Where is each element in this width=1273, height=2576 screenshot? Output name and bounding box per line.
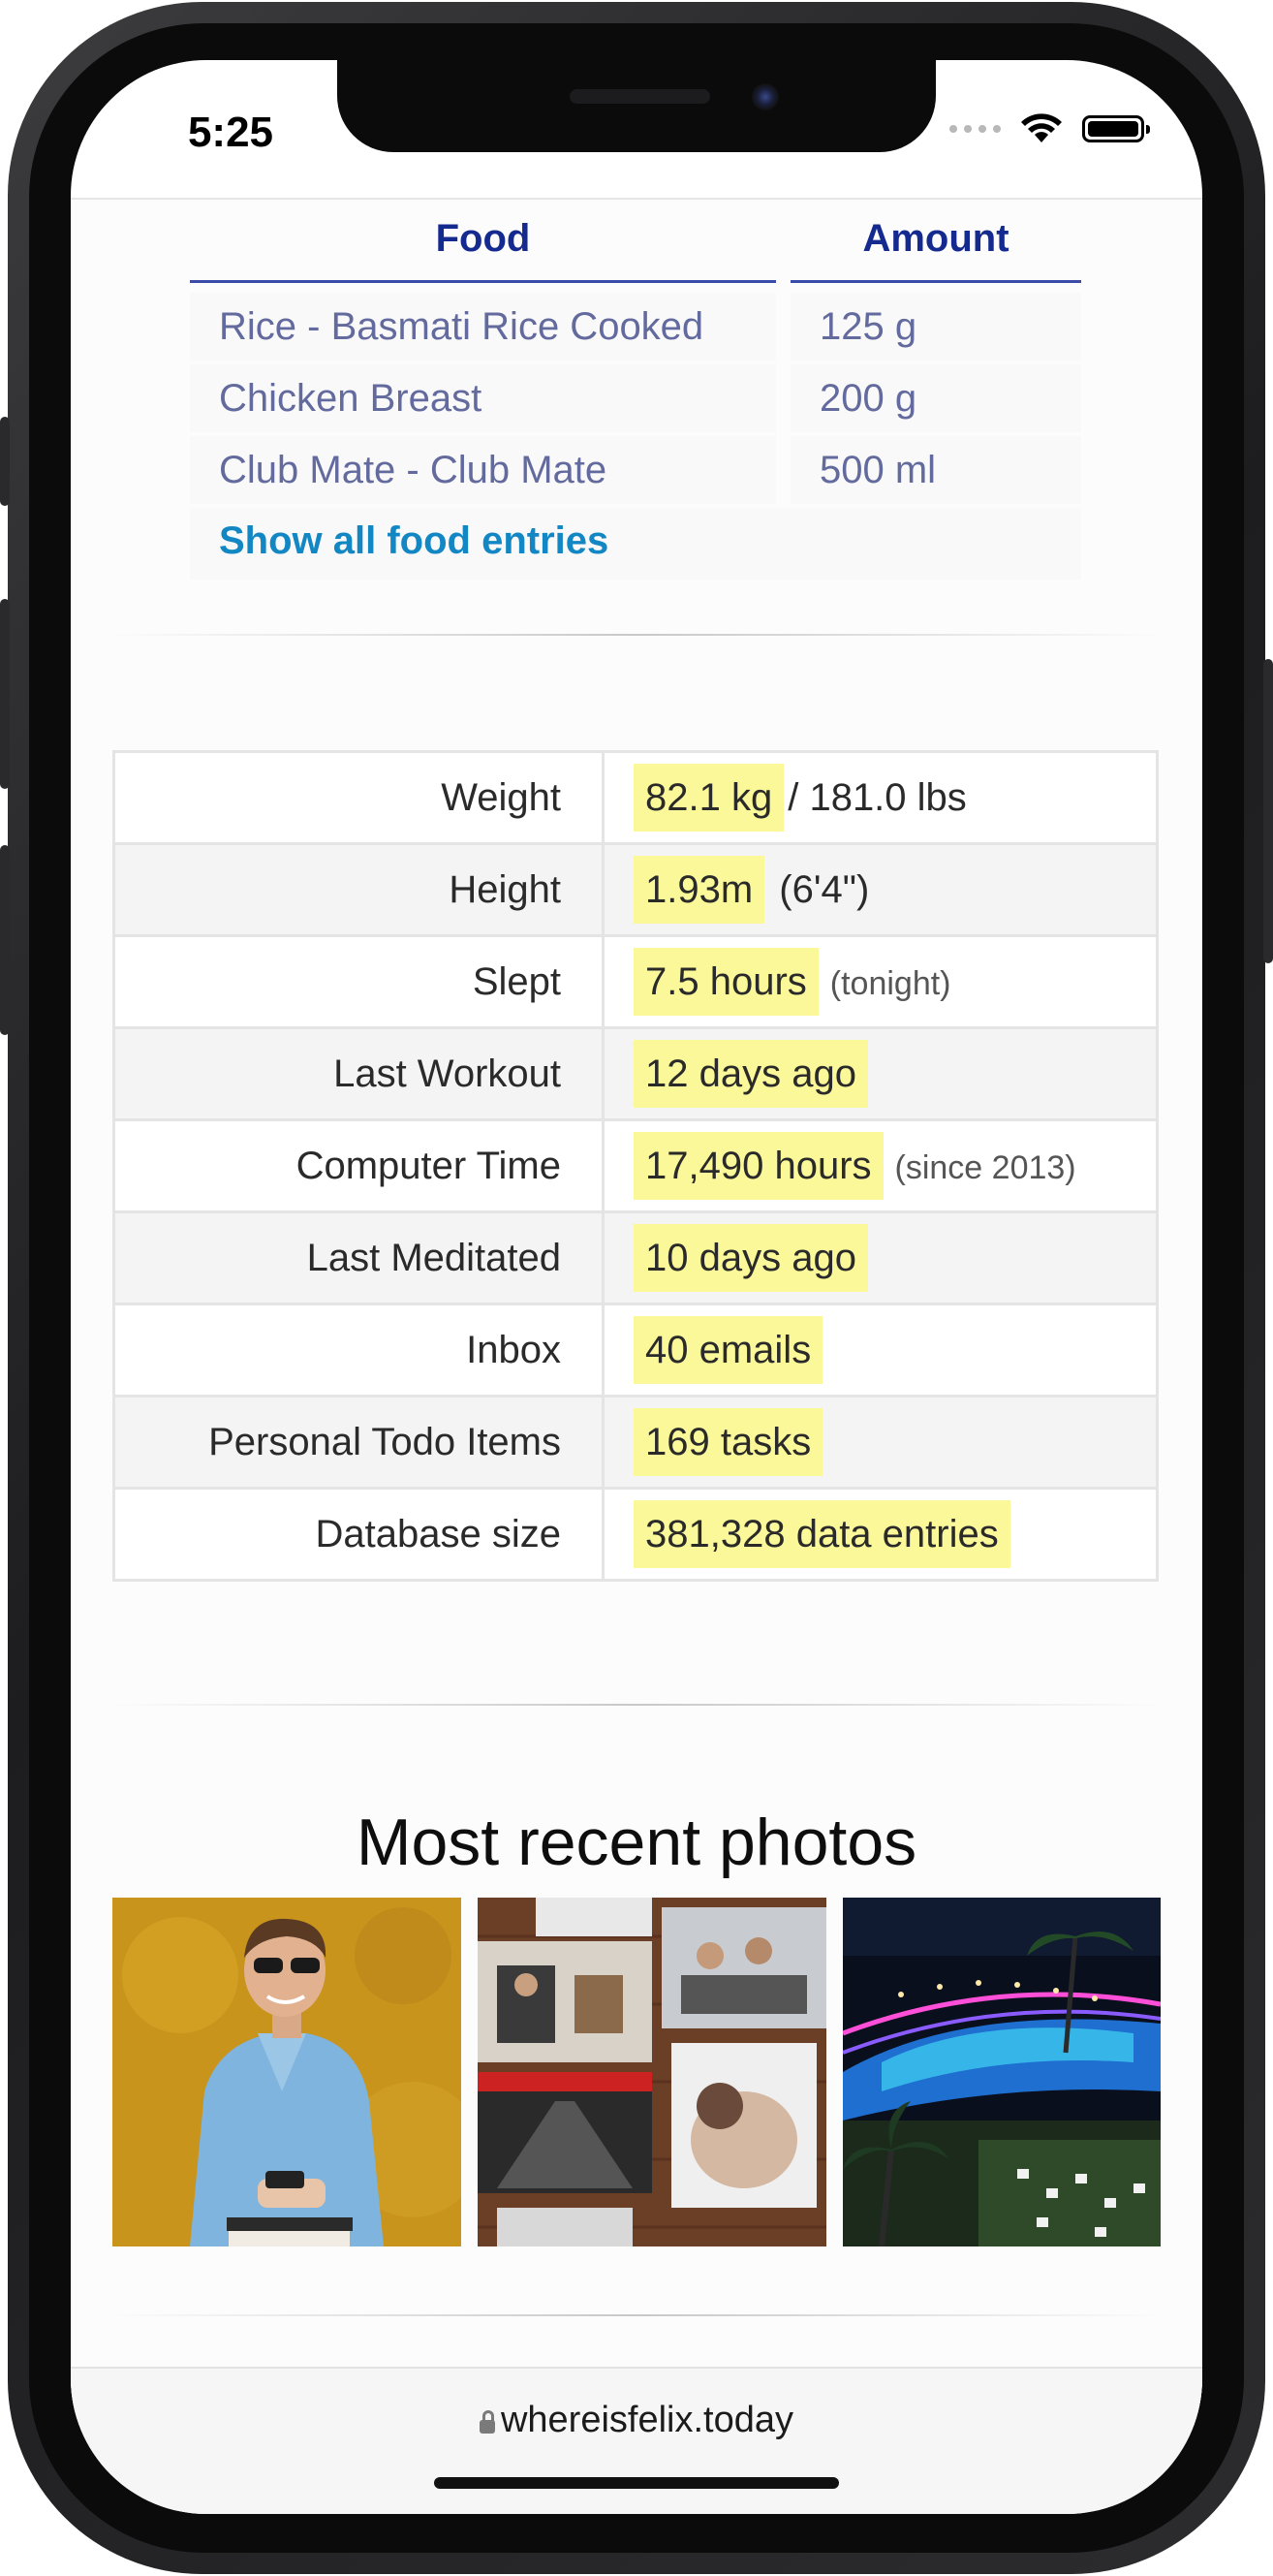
status-time: 5:25	[187, 109, 274, 156]
stat-row: Database size 381,328 data entries	[112, 1487, 1159, 1582]
stat-value-cell: 1.93m (6'4")	[602, 842, 1159, 937]
food-name: Club Mate - Club Mate	[190, 436, 776, 504]
stat-value: 17,490 hours	[634, 1132, 884, 1200]
photo-thumbnail-1[interactable]	[112, 1898, 461, 2246]
food-row: Club Mate - Club Mate 500 ml	[190, 436, 1081, 508]
food-name: Rice - Basmati Rice Cooked	[190, 293, 776, 361]
stats-table: Weight 82.1 kg/ 181.0 lbs Height 1.93m (…	[112, 750, 1159, 1582]
home-indicator[interactable]	[434, 2477, 839, 2489]
stat-value-cell: 82.1 kg/ 181.0 lbs	[602, 750, 1159, 845]
stat-value-cell: 7.5 hours (tonight)	[602, 934, 1159, 1029]
stat-value-cell: 169 tasks	[602, 1395, 1159, 1490]
amount-column-header: Amount	[791, 198, 1081, 283]
photo-thumbnail-2[interactable]	[478, 1898, 826, 2246]
show-all-food-link[interactable]: Show all food entries	[219, 519, 608, 563]
stat-extra: (6'4")	[779, 868, 870, 911]
stat-note: (tonight)	[829, 965, 951, 1002]
food-column-header: Food	[190, 198, 776, 283]
photo-night-pool-resort	[843, 1898, 1161, 2246]
photo-thumbnail-3[interactable]	[843, 1898, 1161, 2246]
stat-label: Inbox	[112, 1303, 605, 1398]
battery-icon	[1082, 115, 1150, 142]
speaker	[570, 89, 710, 104]
photos-title: Most recent photos	[356, 1806, 917, 1879]
status-icons	[949, 113, 1150, 144]
address-display[interactable]: whereisfelix.today	[71, 2400, 1202, 2441]
browser-address-bar[interactable]: whereisfelix.today	[71, 2367, 1202, 2514]
food-amount: 500 ml	[791, 436, 1081, 504]
stat-label: Last Meditated	[112, 1210, 605, 1305]
signal-icon	[949, 125, 1001, 133]
stat-label: Height	[112, 842, 605, 937]
stat-label: Database size	[112, 1487, 605, 1582]
stat-row: Height 1.93m (6'4")	[112, 842, 1159, 937]
stat-value-cell: 12 days ago	[602, 1026, 1159, 1121]
stat-row: Personal Todo Items 169 tasks	[112, 1395, 1159, 1490]
stat-value: 381,328 data entries	[634, 1500, 1010, 1568]
food-row: Rice - Basmati Rice Cooked 125 g	[190, 293, 1081, 364]
stat-value-cell: 40 emails	[602, 1303, 1159, 1398]
volume-up-button	[0, 599, 10, 789]
stat-value-cell: 10 days ago	[602, 1210, 1159, 1305]
photo-collage	[478, 1898, 826, 2246]
section-divider	[109, 1704, 1164, 1706]
stat-label: Last Workout	[112, 1026, 605, 1121]
food-name: Chicken Breast	[190, 364, 776, 432]
wifi-icon	[1021, 113, 1062, 142]
stat-label: Weight	[112, 750, 605, 845]
stat-value: 169 tasks	[634, 1408, 823, 1476]
url-text: whereisfelix.today	[500, 2400, 794, 2440]
stat-value-cell: 381,328 data entries	[602, 1487, 1159, 1582]
screen: 5:25 Food Amount Rice - Basmati Rice Coo…	[71, 60, 1202, 2514]
section-divider	[109, 2314, 1164, 2316]
mute-switch	[0, 417, 10, 506]
stat-value-cell: 17,490 hours (since 2013)	[602, 1118, 1159, 1213]
show-all-food-row: Show all food entries	[190, 508, 1081, 580]
stat-label: Personal Todo Items	[112, 1395, 605, 1490]
camera-icon	[752, 83, 779, 110]
section-divider	[109, 634, 1164, 636]
stat-value: 7.5 hours	[634, 948, 819, 1016]
stat-row: Weight 82.1 kg/ 181.0 lbs	[112, 750, 1159, 845]
stat-extra: / 181.0 lbs	[788, 776, 967, 819]
stat-note: (since 2013)	[894, 1149, 1076, 1186]
stat-value: 82.1 kg	[634, 764, 785, 832]
stat-row: Slept 7.5 hours (tonight)	[112, 934, 1159, 1029]
stat-value: 1.93m	[634, 856, 765, 924]
power-button	[1263, 659, 1273, 963]
stat-value: 40 emails	[634, 1316, 823, 1384]
stat-label: Slept	[112, 934, 605, 1029]
stat-row: Inbox 40 emails	[112, 1303, 1159, 1398]
stat-row: Last Workout 12 days ago	[112, 1026, 1159, 1121]
stat-value: 10 days ago	[634, 1224, 868, 1292]
food-row: Chicken Breast 200 g	[190, 364, 1081, 436]
photo-person-yellow-wall	[112, 1898, 461, 2246]
stat-row: Last Meditated 10 days ago	[112, 1210, 1159, 1305]
notch	[337, 60, 936, 152]
stat-value: 12 days ago	[634, 1040, 868, 1108]
stat-row: Computer Time 17,490 hours (since 2013)	[112, 1118, 1159, 1213]
food-amount: 125 g	[791, 293, 1081, 361]
lock-icon	[479, 2410, 495, 2434]
food-amount: 200 g	[791, 364, 1081, 432]
stat-label: Computer Time	[112, 1118, 605, 1213]
volume-down-button	[0, 845, 10, 1035]
